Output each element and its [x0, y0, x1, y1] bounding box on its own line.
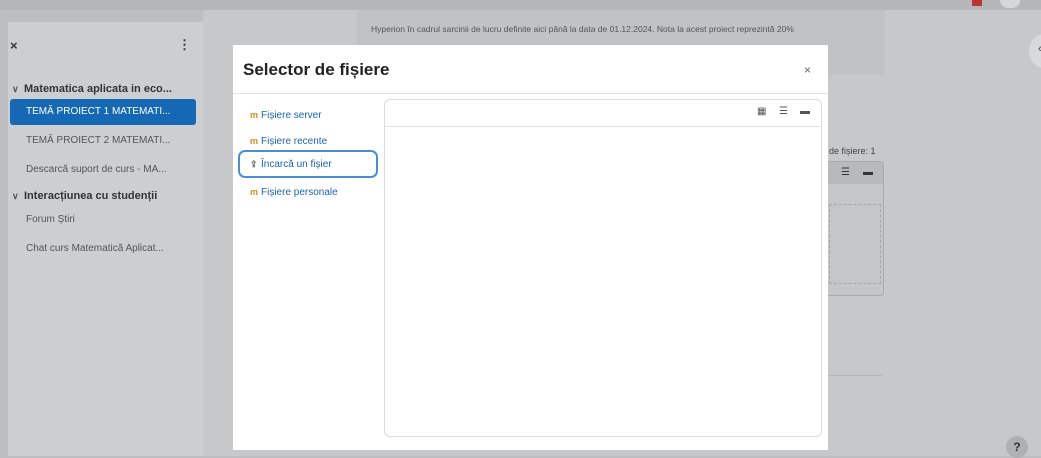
notification-badge[interactable] [972, 0, 982, 6]
top-navbar [0, 0, 1041, 10]
chevron-down-icon: ∨ [12, 191, 19, 201]
repo-fisiere-server[interactable]: m Fișiere server [238, 101, 378, 129]
moodle-icon: m [250, 110, 259, 120]
drop-zone [829, 204, 881, 284]
view-tree-icon[interactable]: ▬ [800, 106, 810, 117]
list-view-icon: ☰ [841, 167, 850, 178]
sidebar-item-tema-proiect-2[interactable]: TEMĂ PROIECT 2 MATEMATI... [10, 128, 196, 154]
files-count-label: de fișiere: 1 [829, 146, 876, 156]
repo-fisiere-personale[interactable]: m Fișiere personale [238, 178, 378, 206]
dialog-header-divider [233, 93, 828, 94]
repo-incarca-fisier[interactable]: ⇪ Încarcă un fișier [238, 150, 378, 178]
close-icon[interactable]: × [804, 63, 811, 77]
view-icons-icon[interactable]: ▦ [757, 106, 766, 117]
file-picker-dialog: Selector de fișiere × m Fișiere server mF… [233, 45, 828, 450]
close-sidebar-icon[interactable]: × [10, 38, 18, 53]
upload-icon: ⇪ [250, 159, 258, 169]
folder-icon: ▬ [863, 167, 873, 178]
section-title-interactiunea[interactable]: ∨ Interacțiunea cu studenții [12, 190, 157, 202]
filemanager-background: ☰ ▬ [826, 161, 884, 296]
filemanager-toolbar: ☰ ▬ [827, 162, 883, 184]
sidebar-item-forum-stiri[interactable]: Forum Știri [10, 207, 196, 233]
dialog-title: Selector de fișiere [243, 60, 390, 79]
section-title-matematica[interactable]: ∨ Matematica aplicata in eco... [12, 83, 172, 95]
sidebar-item-chat-curs[interactable]: Chat curs Matematică Aplicat... [10, 236, 196, 262]
moodle-icon: m [250, 187, 259, 197]
file-browser-toolbar: ▦ ☰ ▬ [385, 100, 821, 127]
help-button[interactable]: ? [1006, 436, 1028, 458]
divider [826, 375, 882, 376]
sidebar-item-tema-proiect-1[interactable]: TEMĂ PROIECT 1 MATEMATI... [10, 99, 196, 125]
file-browser-panel: ▦ ☰ ▬ [384, 99, 822, 437]
view-list-icon[interactable]: ☰ [779, 106, 788, 117]
question-icon: ? [1013, 440, 1021, 454]
chevron-down-icon: ∨ [12, 84, 19, 94]
sidebar-menu-icon[interactable]: ⋮ [178, 37, 191, 53]
course-index-sidebar: × ⋮ ∨ Matematica aplicata in eco... TEMĂ … [8, 22, 203, 456]
sidebar-item-suport-curs[interactable]: Descarcă suport de curs - MA... [10, 157, 196, 183]
activity-description: Hyperion în cadrul sarcinii de lucru def… [371, 24, 794, 34]
